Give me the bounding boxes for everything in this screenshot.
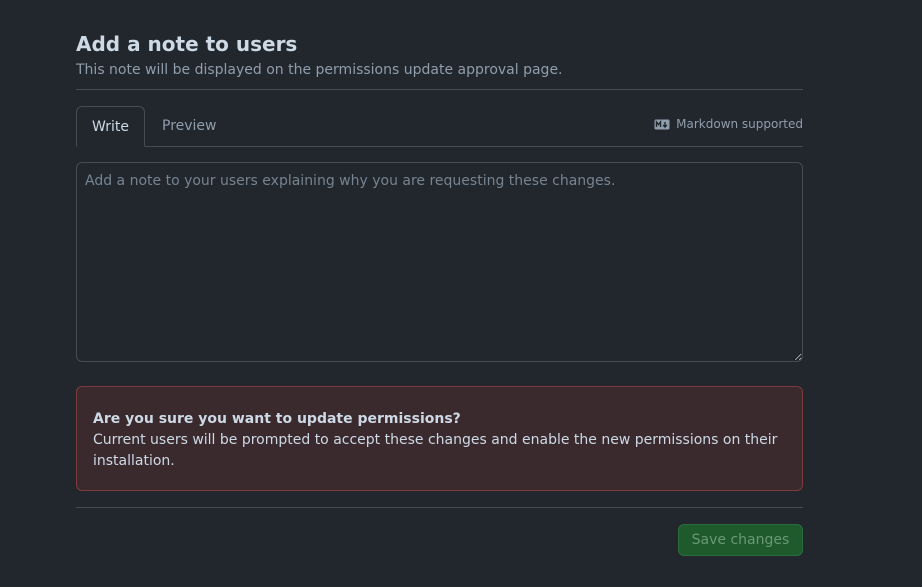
warning-flash: Are you sure you want to update permissi… — [76, 386, 803, 491]
tab-preview[interactable]: Preview — [146, 106, 233, 146]
section-subtitle: This note will be displayed on the permi… — [76, 62, 563, 78]
tab-write[interactable]: Write — [76, 106, 145, 147]
markdown-icon — [654, 119, 670, 129]
note-textarea[interactable] — [76, 162, 803, 362]
section-title: Add a note to users — [76, 32, 298, 56]
warning-text: Current users will be prompted to accept… — [93, 432, 778, 469]
warning-title: Are you sure you want to update permissi… — [93, 411, 461, 427]
editor-tabs: Write Preview Markdown supported — [76, 106, 803, 147]
markdown-label: Markdown supported — [676, 117, 803, 131]
divider — [76, 89, 803, 90]
divider — [76, 507, 803, 508]
save-changes-button[interactable]: Save changes — [678, 524, 803, 556]
markdown-hint[interactable]: Markdown supported — [654, 117, 803, 131]
